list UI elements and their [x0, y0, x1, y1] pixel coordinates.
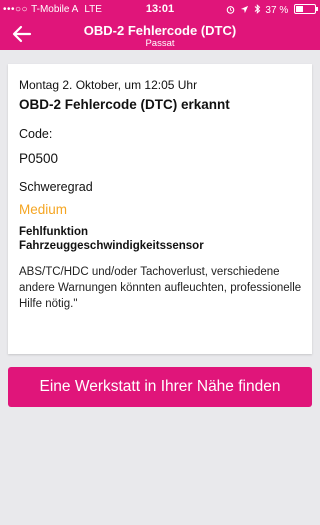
dtc-card: Montag 2. Oktober, um 12:05 Uhr OBD-2 Fe…	[8, 64, 312, 354]
status-bar-right: 37 %	[226, 4, 318, 16]
status-bar: •••○○ T-Mobile A LTE 13:01 37 %	[0, 0, 320, 20]
page-title: OBD-2 Fehlercode (DTC)	[83, 23, 237, 38]
battery-level-fill	[296, 6, 303, 12]
card-heading: OBD-2 Fehlercode (DTC) erkannt	[19, 97, 230, 112]
battery-icon	[294, 4, 318, 14]
page-subtitle: Passat	[145, 38, 175, 49]
severity-label: Schweregrad	[19, 180, 93, 194]
fault-title: Fehlfunktion	[19, 226, 88, 238]
bluetooth-icon	[254, 4, 260, 14]
alarm-icon	[226, 6, 235, 14]
code-value: P0500	[19, 151, 59, 166]
code-label: Code:	[19, 127, 53, 141]
severity-value: Medium	[19, 202, 68, 217]
find-workshop-button[interactable]: Eine Werkstatt in Ihrer Nähe finden	[8, 367, 312, 407]
detected-date: Montag 2. Oktober, um 12:05 Uhr	[19, 78, 198, 92]
nav-bar: OBD-2 Fehlercode (DTC) Passat	[0, 20, 320, 50]
battery-percent: 37 %	[265, 5, 289, 16]
fault-description: ABS/TC/HDC und/oder Tachoverlust, versch…	[19, 266, 302, 310]
location-arrow-icon	[240, 5, 248, 14]
fault-component: Fahrzeuggeschwindigkeitssensor	[19, 240, 204, 252]
